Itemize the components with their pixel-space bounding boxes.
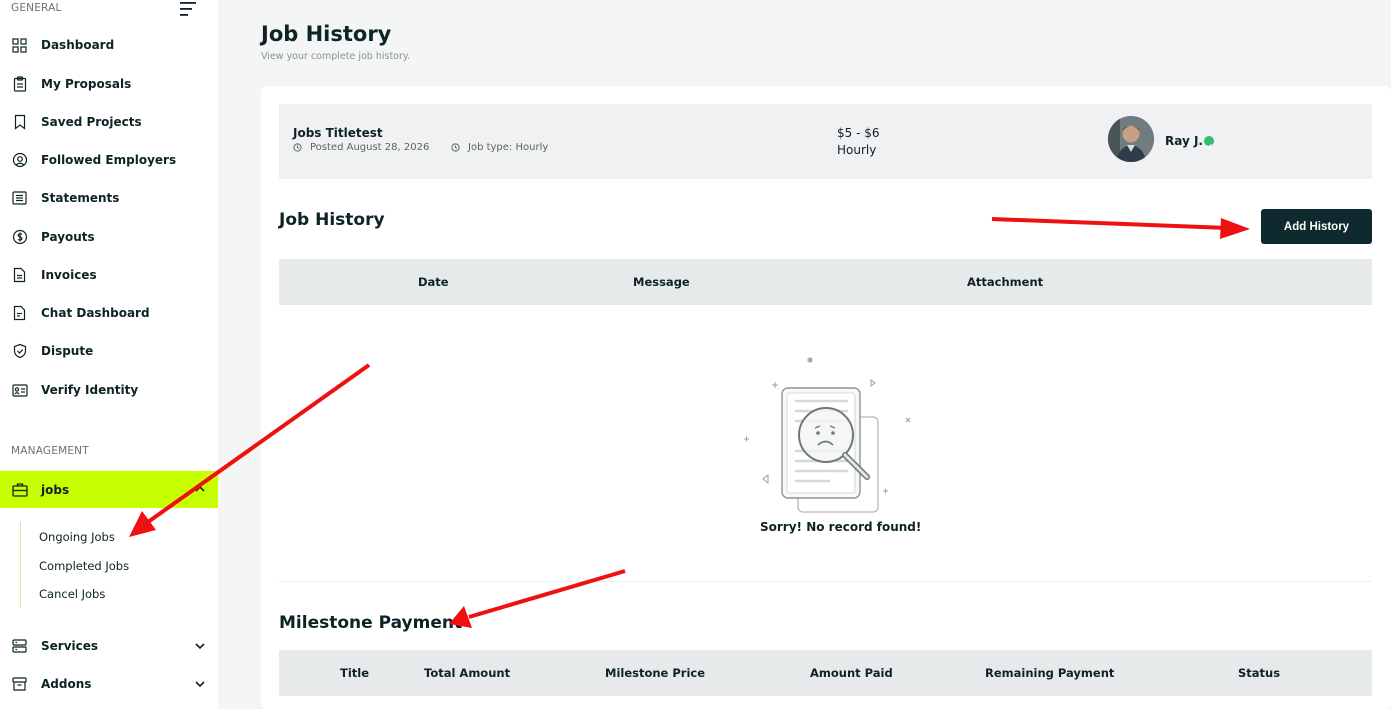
sidebar-item-followed-employers[interactable]: Followed Employers — [0, 143, 218, 177]
chevron-down-icon — [195, 681, 205, 688]
job-posted-date: Posted August 28, 2026 — [293, 142, 429, 153]
clock-icon — [451, 143, 460, 152]
job-rate-type: Hourly — [837, 143, 877, 157]
sidebar-item-statements[interactable]: Statements — [0, 181, 218, 215]
grid-icon — [11, 37, 28, 54]
column-header-attachment: Attachment — [967, 275, 1044, 289]
menu-collapse-icon[interactable] — [178, 0, 198, 18]
verified-badge-icon — [1204, 136, 1214, 149]
shield-icon — [11, 343, 28, 360]
section-label-general: GENERAL — [11, 2, 62, 14]
milestone-table-header: Title Total Amount Milestone Price Amoun… — [279, 650, 1372, 696]
history-table-header: Date Message Attachment — [279, 259, 1372, 305]
sidebar-item-dispute[interactable]: Dispute — [0, 334, 218, 368]
sidebar-item-label: Followed Employers — [41, 153, 177, 167]
sidebar-item-verify-identity[interactable]: Verify Identity — [0, 373, 218, 407]
user-circle-icon — [11, 152, 28, 169]
user-name[interactable]: Ray J. — [1165, 134, 1203, 148]
document-icon — [11, 267, 28, 284]
sidebar-item-jobs[interactable]: jobs — [0, 471, 218, 508]
column-header-remaining-payment: Remaining Payment — [985, 666, 1115, 680]
sidebar-item-invoices[interactable]: Invoices — [0, 258, 218, 292]
column-header-message: Message — [633, 275, 690, 289]
sidebar-item-label: jobs — [41, 482, 70, 497]
column-header-date: Date — [418, 275, 449, 289]
clock-icon — [293, 143, 302, 152]
empty-state-illustration — [744, 357, 911, 513]
column-header-title: Title — [340, 666, 370, 680]
sidebar-item-label: My Proposals — [41, 77, 132, 91]
page-title: Job History — [261, 22, 392, 46]
job-type-text: Job type: Hourly — [468, 142, 549, 153]
server-icon — [11, 638, 28, 655]
avatar — [1108, 116, 1154, 162]
column-header-amount-paid: Amount Paid — [810, 666, 893, 680]
chevron-up-icon — [195, 485, 205, 492]
id-card-icon — [11, 382, 28, 399]
sidebar-item-payouts[interactable]: Payouts — [0, 220, 218, 254]
chat-doc-icon — [11, 305, 28, 322]
column-header-status: Status — [1238, 666, 1281, 680]
milestone-payment-heading: Milestone Payment — [279, 613, 463, 633]
column-header-total-amount: Total Amount — [424, 666, 511, 680]
sidebar-item-label: Payouts — [41, 230, 95, 244]
sidebar-item-services[interactable]: Services — [0, 629, 218, 663]
submenu-item-ongoing-jobs[interactable]: Ongoing Jobs — [39, 530, 115, 544]
clipboard-icon — [11, 76, 28, 93]
sidebar-item-label: Invoices — [41, 268, 97, 282]
sidebar-item-label: Addons — [41, 677, 92, 691]
chevron-down-icon — [195, 643, 205, 650]
list-icon — [11, 190, 28, 207]
empty-state-message: Sorry! No record found! — [760, 520, 922, 534]
column-header-milestone-price: Milestone Price — [605, 666, 706, 680]
sidebar-item-dashboard[interactable]: Dashboard — [0, 28, 218, 62]
sidebar-item-label: Services — [41, 639, 99, 653]
sidebar-item-label: Verify Identity — [41, 383, 139, 397]
sidebar-item-label: Chat Dashboard — [41, 306, 150, 320]
sidebar-item-label: Dashboard — [41, 38, 115, 52]
job-price-range: $5 - $6 — [837, 126, 880, 140]
job-history-heading: Job History — [279, 210, 385, 230]
bookmark-icon — [11, 114, 28, 131]
sidebar-item-label: Saved Projects — [41, 115, 142, 129]
dollar-icon — [11, 229, 28, 246]
job-type: Job type: Hourly — [451, 142, 548, 153]
sidebar: GENERAL Dashboard My Proposals Saved Pro… — [0, 0, 218, 709]
page-subtitle: View your complete job history. — [261, 51, 411, 62]
job-title[interactable]: Jobs Titletest — [293, 126, 383, 140]
briefcase-icon — [11, 481, 28, 498]
sidebar-item-my-proposals[interactable]: My Proposals — [0, 67, 218, 101]
sidebar-item-saved-projects[interactable]: Saved Projects — [0, 105, 218, 139]
sidebar-item-label: Statements — [41, 191, 120, 205]
submenu-guide-line — [20, 522, 21, 608]
section-divider — [279, 581, 1372, 582]
sidebar-item-chat-dashboard[interactable]: Chat Dashboard — [0, 296, 218, 330]
sidebar-item-label: Dispute — [41, 344, 94, 358]
submenu-item-cancel-jobs[interactable]: Cancel Jobs — [39, 587, 105, 601]
archive-icon — [11, 676, 28, 693]
section-label-management: MANAGEMENT — [11, 445, 89, 457]
submenu-item-completed-jobs[interactable]: Completed Jobs — [39, 559, 129, 573]
sidebar-item-addons[interactable]: Addons — [0, 667, 218, 701]
add-history-button[interactable]: Add History — [1261, 209, 1372, 244]
job-posted-text: Posted August 28, 2026 — [310, 142, 430, 153]
